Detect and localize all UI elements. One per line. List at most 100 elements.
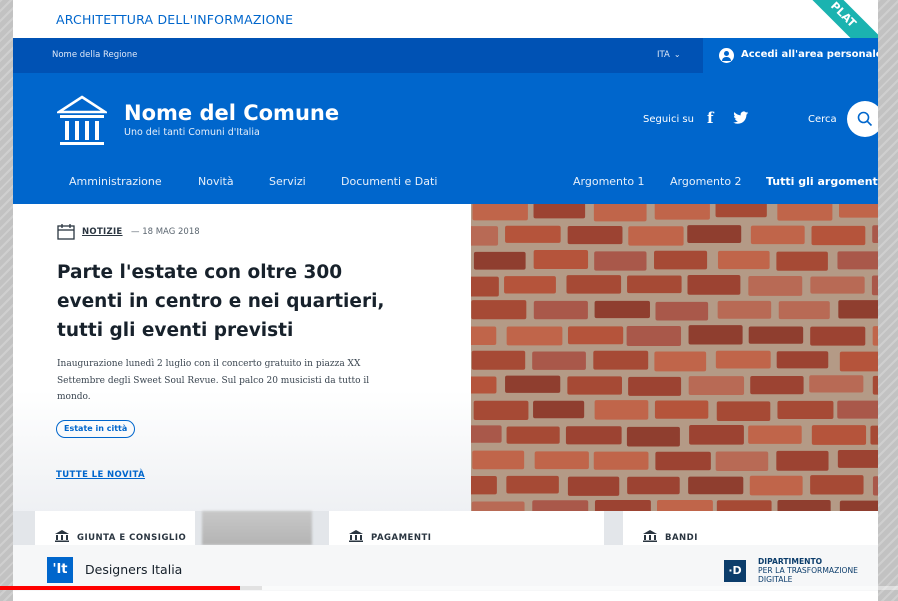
- designers-italia-name: Designers Italia: [85, 562, 183, 577]
- brick: [872, 476, 878, 496]
- card-pagamenti[interactable]: PAGAMENTI: [329, 511, 604, 545]
- progress-played: [0, 586, 240, 590]
- brick: [594, 251, 647, 271]
- brick: [472, 450, 525, 470]
- card-label: BANDI: [665, 533, 698, 543]
- brick: [687, 275, 741, 295]
- brick: [656, 500, 713, 511]
- brick: [776, 351, 829, 369]
- brick: [872, 225, 878, 243]
- search-icon: [857, 111, 873, 127]
- designers-italia-logo: 'It: [47, 557, 73, 583]
- search-button[interactable]: [847, 101, 878, 137]
- brick: [837, 450, 878, 468]
- chevron-down-icon: ⌄: [673, 50, 681, 59]
- town-hall-icon: [349, 530, 363, 542]
- nav-item-servizi[interactable]: Servizi: [269, 175, 306, 188]
- center-header: Nome del Comune Uno dei tanti Comuni d'I…: [13, 73, 878, 204]
- brick: [505, 375, 561, 393]
- card-bandi[interactable]: BANDI: [623, 511, 878, 545]
- brick: [473, 400, 529, 420]
- social-label: Seguici su: [643, 114, 694, 125]
- news-headline[interactable]: Parte l'estate con oltre 300 eventi in c…: [57, 258, 397, 345]
- brick: [688, 325, 743, 345]
- site-tagline: Uno dei tanti Comuni d'Italia: [124, 127, 260, 138]
- facebook-icon[interactable]: f: [707, 109, 713, 127]
- brick: [567, 225, 623, 245]
- tag-chip[interactable]: Estate in città: [56, 420, 136, 438]
- card-label: GIUNTA E CONSIGLIO: [77, 533, 187, 543]
- brick: [811, 225, 866, 246]
- news-category-link[interactable]: NOTIZIE: [82, 227, 123, 237]
- brick: [473, 251, 526, 270]
- brick: [654, 204, 710, 220]
- brick: [627, 476, 680, 495]
- brick: [471, 350, 526, 370]
- brick: [654, 351, 707, 372]
- progress-buffered: [240, 586, 262, 590]
- brick: [505, 225, 561, 243]
- brick: [471, 326, 497, 345]
- language-selector[interactable]: ITA ⌄: [657, 50, 681, 60]
- video-footer-overlay: 'It Designers Italia ·D DIPARTIMENTO PER…: [13, 545, 878, 591]
- nav-item-argomento-1[interactable]: Argomento 1: [573, 175, 645, 188]
- blurred-card: [202, 511, 312, 545]
- nav-item-all-topics[interactable]: Tutti gli argomenti...: [766, 175, 878, 188]
- brick: [533, 400, 585, 419]
- nav-item-amministrazione[interactable]: Amministrazione: [69, 175, 162, 188]
- brick: [778, 301, 830, 320]
- nav-item-argomento-2[interactable]: Argomento 2: [670, 175, 742, 188]
- brick-wall-image: [471, 204, 878, 511]
- brick: [472, 204, 528, 221]
- site-name[interactable]: Nome del Comune: [124, 101, 339, 125]
- brick: [717, 250, 770, 270]
- video-frame-right: [878, 0, 898, 601]
- topic-cards: GIUNTA E CONSIGLIO PAGAMENTI BANDI: [13, 511, 878, 545]
- brick: [839, 204, 878, 218]
- brick: [687, 225, 742, 244]
- brick: [776, 251, 828, 271]
- brick: [688, 476, 744, 495]
- login-button[interactable]: Accedi all'area personale: [703, 38, 878, 73]
- brick: [872, 326, 878, 346]
- all-news-link[interactable]: TUTTE LE NOVITÀ: [56, 470, 145, 480]
- brick: [655, 301, 709, 321]
- twitter-icon[interactable]: [733, 111, 749, 125]
- brick: [532, 500, 589, 511]
- brick: [810, 276, 865, 294]
- brick: [534, 451, 589, 470]
- brick: [471, 425, 502, 443]
- brick: [750, 225, 805, 245]
- brick: [838, 300, 878, 319]
- news-date: — 18 MAG 2018: [131, 227, 200, 237]
- brick: [533, 204, 586, 219]
- brick: [750, 376, 804, 395]
- brick: [533, 300, 588, 320]
- brick: [809, 375, 864, 393]
- video-progress-bar[interactable]: [0, 586, 898, 590]
- nav-item-novita[interactable]: Novità: [198, 175, 234, 188]
- brick: [565, 426, 622, 445]
- brick: [532, 351, 586, 370]
- brick: [567, 476, 620, 496]
- video-frame-left: [0, 0, 13, 601]
- brick: [506, 475, 559, 494]
- nav-item-documenti[interactable]: Documenti e Dati: [341, 175, 437, 188]
- dipartimento-line-1: DIPARTIMENTO: [758, 557, 823, 566]
- brick: [594, 300, 650, 319]
- brick: [715, 350, 771, 369]
- brick: [749, 475, 803, 496]
- brick: [810, 326, 866, 346]
- brick: [777, 400, 834, 420]
- region-link[interactable]: Nome della Regione: [52, 50, 137, 60]
- brick: [628, 376, 682, 396]
- brick: [594, 500, 651, 511]
- slim-header: Nome della Regione ITA ⌄ Accedi all'area …: [13, 38, 878, 73]
- login-label: Accedi all'area personale: [741, 49, 878, 60]
- brick: [748, 275, 803, 296]
- brick: [471, 475, 497, 495]
- card-giunta[interactable]: GIUNTA E CONSIGLIO: [35, 511, 195, 545]
- card-label: PAGAMENTI: [371, 533, 432, 543]
- brick: [777, 204, 833, 221]
- brick: [688, 376, 745, 395]
